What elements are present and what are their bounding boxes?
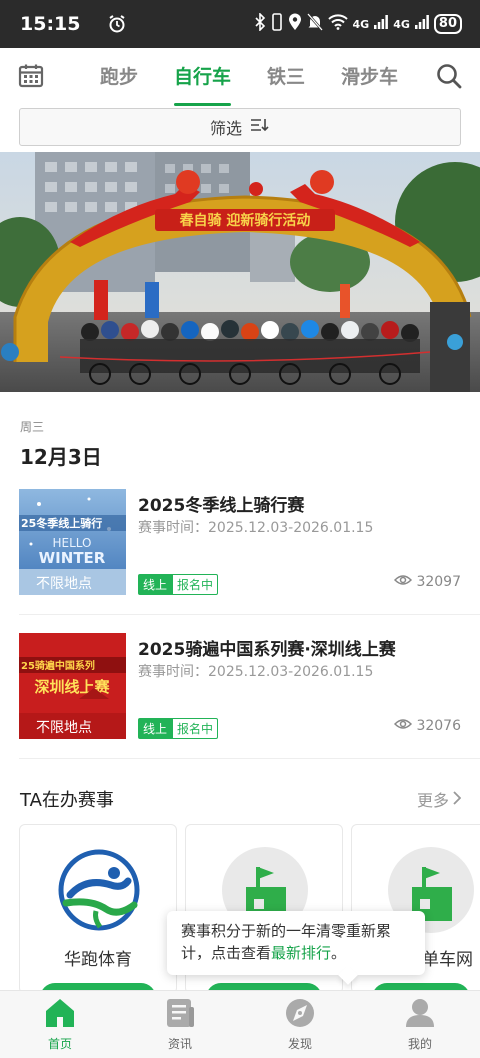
bottom-nav-label: 我的 [407, 1037, 432, 1051]
mute-icon [306, 13, 323, 35]
filter-label: 筛选 [209, 119, 242, 138]
bottom-nav-discover[interactable]: 发现 [240, 991, 360, 1058]
tag-online: 线上 [138, 574, 173, 595]
bottom-nav-home[interactable]: 首页 [0, 991, 120, 1058]
event-card[interactable]: 25冬季线上骑行 HELLO WINTER 不限地点 2025冬季线上骑行赛 赛… [19, 489, 461, 597]
signal-label-1: 4G [352, 17, 370, 31]
organizers-section-title: TA在办赛事 [20, 790, 114, 811]
thumb-winter: WINTER [39, 549, 106, 567]
event-title: 2025骑遍中国系列赛·深圳线上赛 [138, 640, 396, 660]
organizer-name: 单车网 [422, 950, 473, 970]
vibrate-icon [271, 13, 283, 35]
sport-tabs: 跑步 自行车 铁三 滑步车 [100, 48, 434, 106]
chevron-right-icon [453, 790, 462, 809]
tag-registration-status: 报名中 [172, 718, 219, 739]
location-icon [288, 13, 302, 35]
filter-icon [250, 117, 270, 137]
battery-indicator: 80 [433, 14, 462, 34]
top-nav: 跑步 自行车 铁三 滑步车 [0, 48, 480, 106]
event-time: 赛事时间：2025.12.03-2026.01.15 [138, 664, 374, 680]
date-group-header: 周三 12月3日 [20, 418, 102, 470]
bottom-nav-label: 首页 [47, 1037, 72, 1051]
event-thumbnail: 25冬季线上骑行 HELLO WINTER 不限地点 [19, 489, 126, 595]
eye-icon [394, 718, 413, 734]
event-title: 2025冬季线上骑行赛 [138, 496, 305, 516]
signal-icon [374, 14, 389, 34]
status-bar: 15:15 4G 4G 80 [0, 0, 480, 48]
bottom-nav-profile[interactable]: 我的 [360, 991, 480, 1058]
bottom-nav: 首页 资讯 发现 我的 [0, 990, 480, 1058]
alarm-icon [104, 11, 130, 37]
filter-button[interactable]: 筛选 [19, 108, 461, 146]
thumb-title: 25骑遍中国系列 [21, 659, 95, 672]
divider [19, 758, 480, 759]
more-label: 更多 [416, 791, 449, 810]
event-views: 32076 [394, 718, 461, 734]
search-icon[interactable] [436, 63, 462, 89]
event-banner[interactable]: 春自骑 迎新骑行活动 [0, 152, 480, 392]
tag-registration-status: 报名中 [172, 574, 219, 595]
signal-label-2: 4G [393, 17, 410, 31]
profile-icon [403, 997, 437, 1029]
points-reset-tooltip[interactable]: 赛事积分于新的一年清零重新累计，点击查看最新排行。 [167, 911, 425, 975]
bluetooth-icon [254, 12, 266, 35]
eye-icon [394, 574, 413, 590]
home-icon [43, 997, 77, 1029]
view-count: 32076 [416, 718, 461, 734]
organizer-card[interactable]: 华跑体育 [19, 824, 177, 994]
tab-running[interactable]: 跑步 [100, 48, 138, 106]
banner-arch-text: 春自骑 迎新骑行活动 [179, 212, 311, 229]
bottom-nav-news[interactable]: 资讯 [120, 991, 240, 1058]
news-icon [163, 997, 197, 1029]
organizer-name: 华跑体育 [64, 950, 132, 970]
event-tags: 线上 报名中 [138, 718, 219, 739]
discover-icon [283, 997, 317, 1029]
thumb-title: 25冬季线上骑行 [21, 516, 102, 530]
organizer-logo [56, 847, 142, 933]
tab-triathlon[interactable]: 铁三 [267, 48, 305, 106]
calendar-icon[interactable] [18, 63, 44, 89]
wifi-icon [327, 14, 348, 34]
latest-ranking-link[interactable]: 最新排行 [271, 944, 331, 962]
event-thumbnail: 25骑遍中国系列 深圳线上赛 不限地点 [19, 633, 126, 739]
divider [19, 614, 480, 615]
view-count: 32097 [416, 574, 461, 590]
more-link[interactable]: 更多 [416, 787, 462, 811]
weekday-label: 周三 [20, 420, 45, 434]
status-time: 15:15 [20, 13, 81, 35]
date-label: 12月3日 [20, 445, 102, 469]
thumb-hello: HELLO [53, 536, 92, 550]
tag-online: 线上 [138, 718, 173, 739]
event-views: 32097 [394, 574, 461, 590]
tab-cycling[interactable]: 自行车 [174, 48, 232, 106]
event-tags: 线上 报名中 [138, 574, 219, 595]
tooltip-end: 。 [331, 944, 347, 962]
tab-balance-bike[interactable]: 滑步车 [341, 48, 398, 106]
bottom-nav-label: 资讯 [167, 1037, 192, 1051]
thumb-location: 不限地点 [36, 720, 92, 736]
event-time: 赛事时间：2025.12.03-2026.01.15 [138, 520, 374, 536]
thumb-location: 不限地点 [36, 576, 92, 592]
bottom-nav-label: 发现 [287, 1037, 312, 1051]
event-card[interactable]: 25骑遍中国系列 深圳线上赛 不限地点 2025骑遍中国系列赛·深圳线上赛 赛事… [19, 633, 461, 741]
signal-icon [414, 14, 429, 34]
